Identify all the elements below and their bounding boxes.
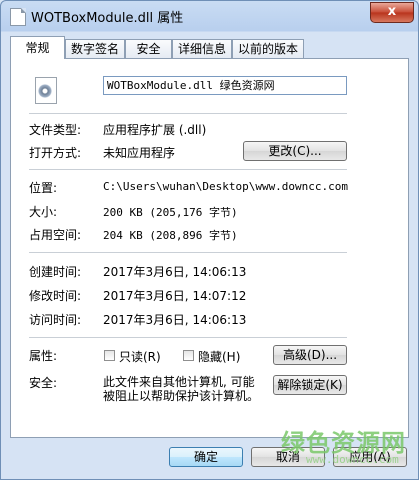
security-warning-line2: 被阻止以帮助保护该计算机。 bbox=[103, 389, 260, 403]
readonly-label[interactable]: 只读(R) bbox=[119, 348, 161, 365]
modified-value: 2017年3月6日, 14:07:12 bbox=[103, 289, 247, 303]
accessed-label: 访问时间: bbox=[29, 313, 82, 327]
close-icon: x bbox=[387, 4, 397, 19]
security-label: 安全: bbox=[29, 376, 58, 390]
unblock-button[interactable]: 解除锁定(K) bbox=[273, 375, 347, 395]
file-name-input[interactable]: WOTBoxModule.dll 绿色资源网 bbox=[103, 76, 347, 95]
ok-button[interactable]: 确定 bbox=[169, 447, 243, 467]
tab-details[interactable]: 详细信息 bbox=[172, 39, 232, 58]
location-value: C:\Users\wuhan\Desktop\www.downcc.com bbox=[103, 180, 349, 193]
opens-with-value: 未知应用程序 bbox=[103, 146, 176, 160]
attributes-label: 属性: bbox=[29, 349, 58, 363]
title-bar[interactable]: WOTBoxModule.dll 属性 x bbox=[1, 1, 418, 31]
hidden-checkbox[interactable] bbox=[183, 350, 194, 361]
close-button[interactable]: x bbox=[370, 2, 414, 23]
dll-file-icon bbox=[35, 77, 57, 104]
file-type-value: 应用程序扩展 (.dll) bbox=[103, 123, 207, 137]
disk-size-label: 占用空间: bbox=[29, 228, 82, 242]
tab-general[interactable]: 常规 bbox=[10, 36, 65, 59]
gear-icon bbox=[38, 84, 52, 98]
tab-previous-versions[interactable]: 以前的版本 bbox=[232, 39, 304, 58]
size-value: 200 KB (205,176 字节) bbox=[103, 206, 238, 219]
opens-with-label: 打开方式: bbox=[29, 146, 82, 160]
created-value: 2017年3月6日, 14:06:13 bbox=[103, 265, 247, 279]
modified-label: 修改时间: bbox=[29, 289, 82, 303]
size-label: 大小: bbox=[29, 205, 58, 219]
change-button[interactable]: 更改(C)... bbox=[243, 141, 347, 161]
separator bbox=[29, 113, 347, 114]
file-icon bbox=[10, 8, 26, 26]
tab-security[interactable]: 安全 bbox=[125, 39, 172, 58]
accessed-value: 2017年3月6日, 14:06:13 bbox=[103, 313, 247, 327]
created-label: 创建时间: bbox=[29, 265, 82, 279]
readonly-checkbox[interactable] bbox=[104, 350, 115, 361]
tab-digital-signatures[interactable]: 数字签名 bbox=[65, 39, 125, 58]
advanced-button[interactable]: 高级(D)... bbox=[273, 345, 347, 365]
separator bbox=[29, 252, 347, 253]
separator bbox=[29, 337, 347, 338]
file-type-label: 文件类型: bbox=[29, 123, 82, 137]
hidden-label[interactable]: 隐藏(H) bbox=[198, 348, 240, 365]
location-label: 位置: bbox=[29, 181, 58, 195]
window-title: WOTBoxModule.dll 属性 bbox=[31, 11, 184, 26]
separator bbox=[29, 169, 347, 170]
disk-size-value: 204 KB (208,896 字节) bbox=[103, 229, 238, 242]
properties-window: WOTBoxModule.dll 属性 x 常规 数字签名 安全 详细信息 以前… bbox=[0, 0, 419, 480]
watermark-url: www.downcc.com bbox=[306, 453, 399, 466]
